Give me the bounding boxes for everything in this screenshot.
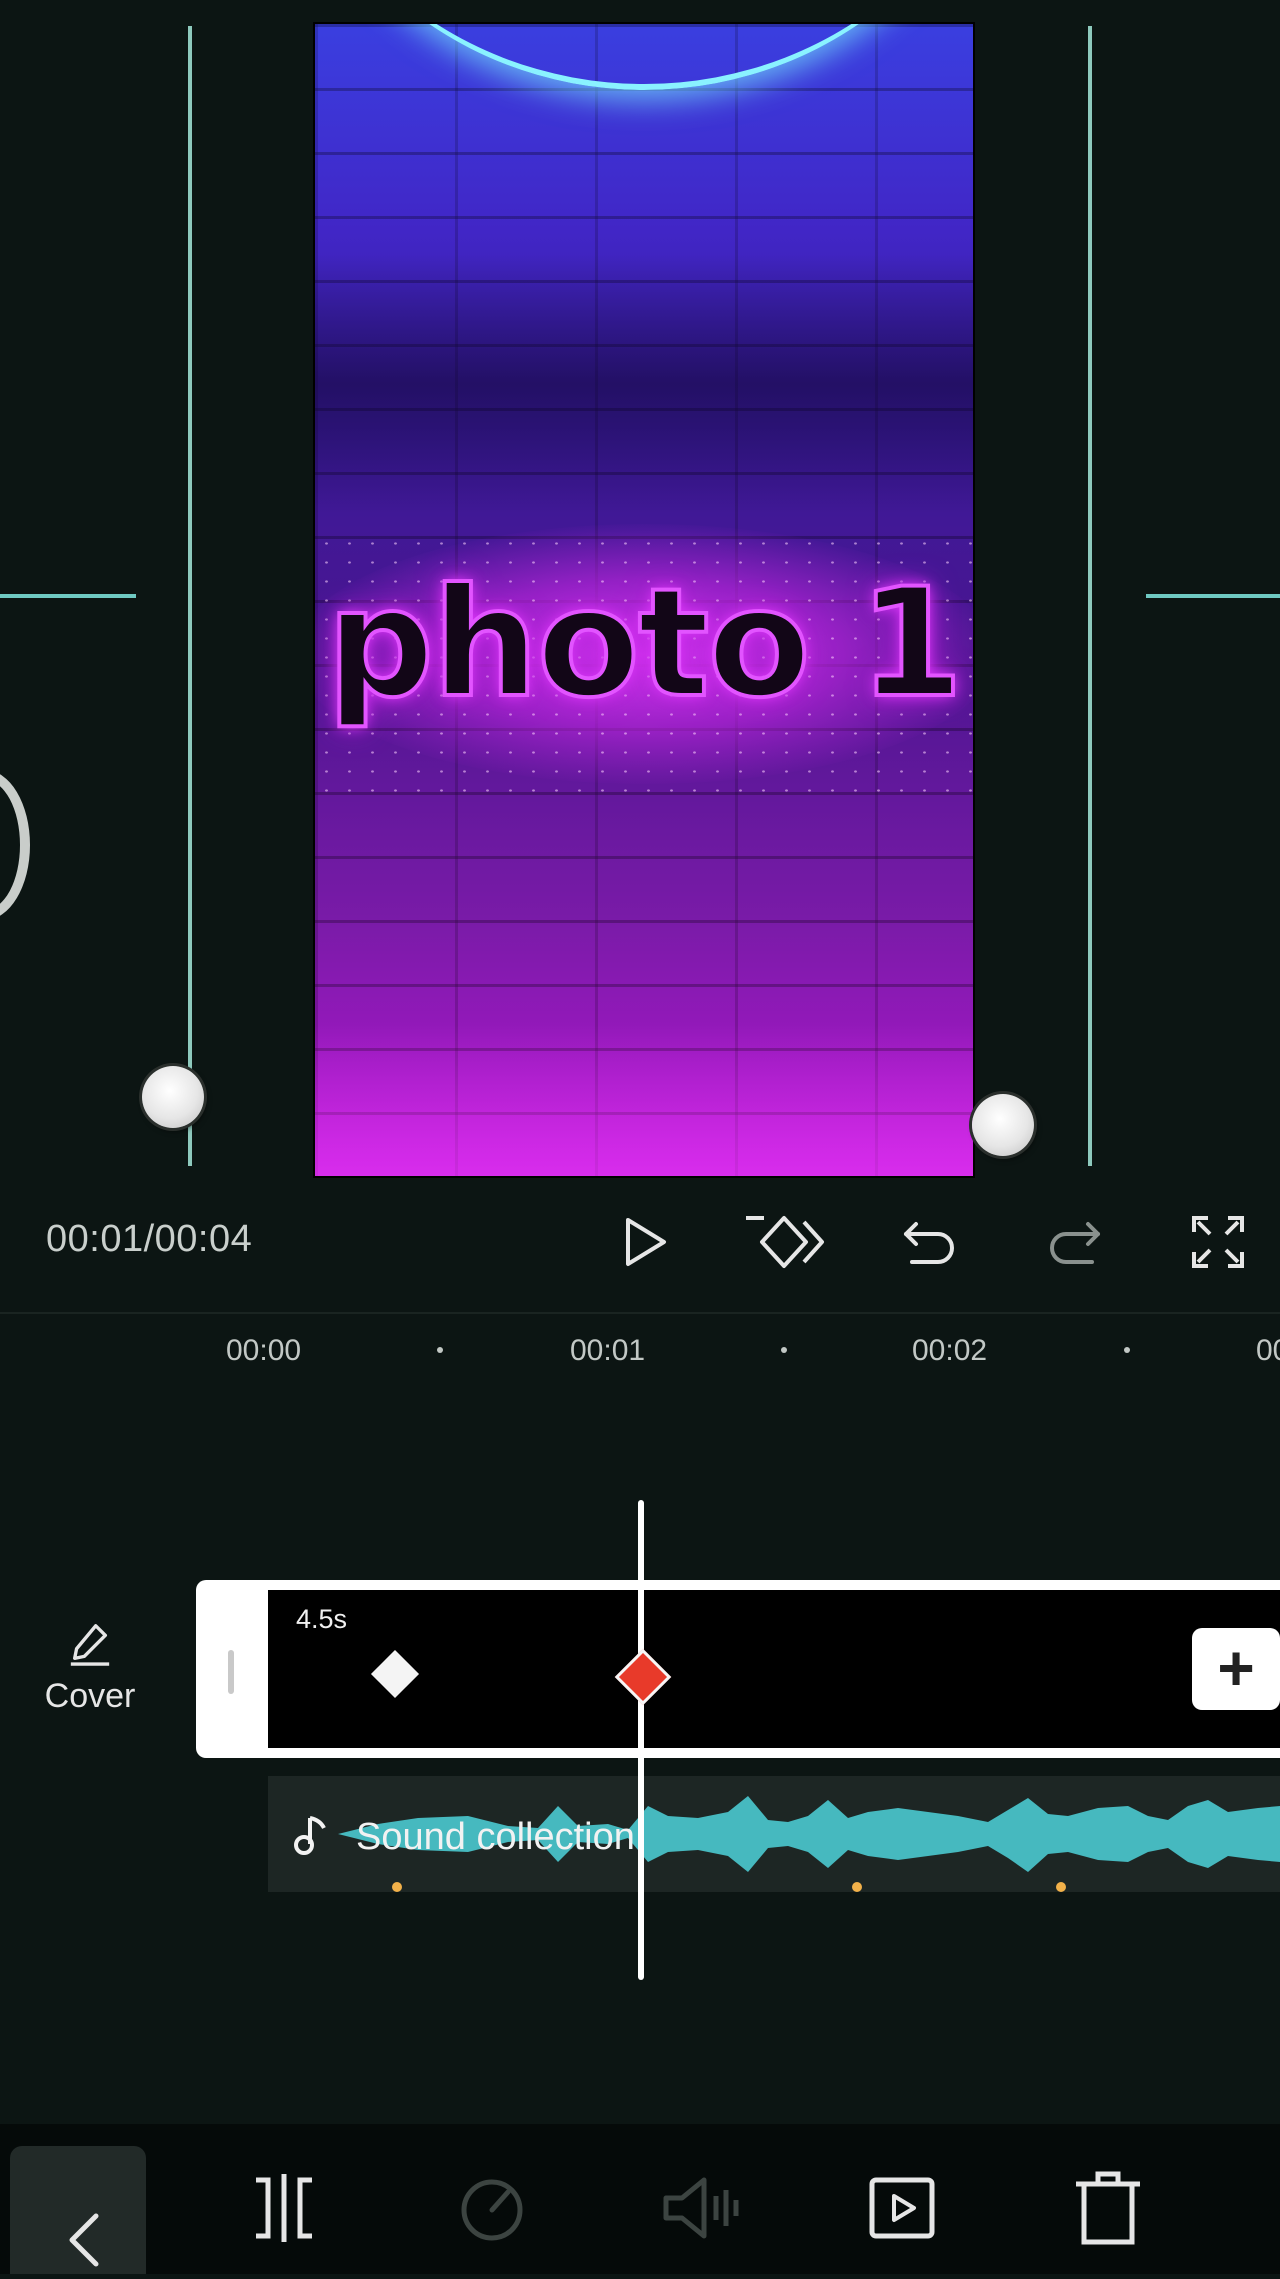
pencil-icon	[70, 1624, 110, 1666]
video-clip[interactable]	[196, 1580, 1280, 1758]
ruler-label: 00:01	[570, 1334, 646, 1367]
cover-label: Cover	[44, 1677, 136, 1715]
undo-icon	[904, 1222, 954, 1264]
left-guide-line	[188, 26, 192, 1166]
left-center-guide	[0, 594, 136, 598]
clip-duration: 4.5s	[296, 1604, 348, 1634]
delete-button[interactable]	[1072, 2170, 1144, 2246]
section-divider	[0, 1312, 1280, 1314]
speed-button	[456, 2170, 528, 2246]
animation-button[interactable]	[866, 2170, 938, 2246]
clip-thumbnail-strip	[268, 1590, 1280, 1748]
playhead[interactable]	[638, 1500, 644, 1980]
ruler-dot	[1124, 1347, 1130, 1353]
delete-icon	[1076, 2171, 1140, 2245]
split-icon	[256, 2174, 312, 2242]
redo-icon	[1050, 1222, 1100, 1264]
animation-icon	[869, 2177, 935, 2239]
ruler-label: 00	[1256, 1334, 1280, 1367]
fullscreen-button[interactable]	[1186, 1210, 1250, 1274]
offscreen-element	[0, 770, 30, 920]
back-icon	[69, 2213, 99, 2267]
volume-button	[660, 2170, 744, 2246]
audio-track-label: Sound collection	[356, 1816, 635, 1858]
preview-canvas[interactable]: photo 1	[313, 22, 975, 1178]
overlay-text[interactable]: photo 1	[315, 567, 973, 721]
ruler-dot	[781, 1347, 787, 1353]
cover-button[interactable]: Cover	[30, 1620, 150, 1716]
bottom-glow	[315, 1024, 973, 1176]
video-preview[interactable]: photo 1	[0, 0, 1280, 1180]
beat-marker	[852, 1882, 862, 1892]
play-button[interactable]	[612, 1210, 676, 1274]
right-resize-handle[interactable]	[972, 1094, 1034, 1156]
keyframe-icon	[746, 1216, 824, 1268]
keyframe-button[interactable]	[744, 1210, 828, 1274]
back-button[interactable]	[10, 2146, 146, 2274]
ruler-label: 00:00	[226, 1334, 302, 1367]
ruler-label: 00:02	[912, 1334, 988, 1367]
undo-button[interactable]	[898, 1210, 962, 1274]
right-center-guide	[1146, 594, 1280, 598]
clip-trim-handle[interactable]	[228, 1650, 234, 1694]
add-clip-button[interactable]: +	[1192, 1628, 1280, 1710]
background-shade	[315, 254, 973, 514]
ruler-dot	[437, 1347, 443, 1353]
beat-marker	[392, 1882, 402, 1892]
beat-marker	[1056, 1882, 1066, 1892]
left-resize-handle[interactable]	[142, 1066, 204, 1128]
volume-icon	[663, 2177, 739, 2239]
redo-button[interactable]	[1042, 1210, 1106, 1274]
play-icon	[626, 1218, 666, 1266]
right-guide-line	[1088, 26, 1092, 1166]
fullscreen-icon	[1192, 1216, 1244, 1268]
timecode: 00:01/00:04	[46, 1218, 253, 1260]
speed-icon	[461, 2179, 523, 2241]
music-note-icon	[294, 1812, 334, 1856]
split-button[interactable]	[248, 2170, 320, 2246]
